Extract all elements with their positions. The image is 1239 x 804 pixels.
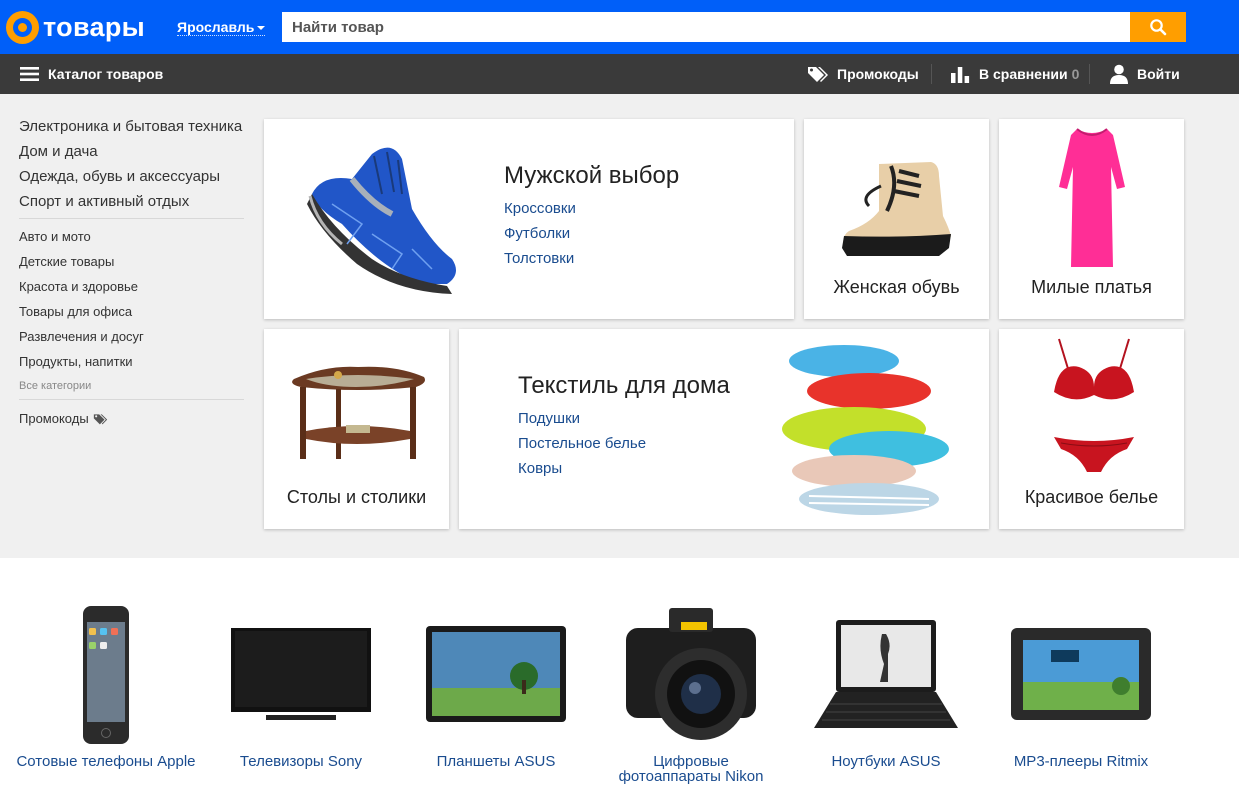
- logo-text: товары: [43, 11, 145, 42]
- card-dresses-caption: Милые платья: [1031, 277, 1152, 297]
- product-label: Цифровые фотоаппараты Nikon: [618, 753, 764, 785]
- tablet-image: [426, 626, 566, 722]
- category-sidebar: Электроника и бытовая техника Дом и дача…: [19, 114, 244, 431]
- product-label: Планшеты ASUS: [436, 753, 556, 770]
- sidebar-item-kids[interactable]: Детские товары: [19, 249, 244, 274]
- sidebar-item-clothing[interactable]: Одежда, обувь и аксессуары: [19, 164, 244, 189]
- link-carpets[interactable]: Ковры: [518, 460, 562, 477]
- card-lingerie-caption: Красивое белье: [1024, 487, 1159, 507]
- sidebar-item-home[interactable]: Дом и дача: [19, 139, 244, 164]
- sidebar-item-beauty[interactable]: Красота и здоровье: [19, 274, 244, 299]
- link-pillows[interactable]: Подушки: [518, 410, 580, 427]
- product-label: Ноутбуки ASUS: [831, 753, 941, 770]
- card-tables[interactable]: Столы и столики: [264, 329, 449, 529]
- product-ritmix-players[interactable]: MP3-плееры Ritmix: [991, 594, 1171, 769]
- compare-link[interactable]: В сравнении 0: [950, 54, 1079, 94]
- nav-divider: [1089, 64, 1090, 84]
- card-lingerie[interactable]: Красивое белье: [999, 329, 1184, 529]
- tv-image: [231, 628, 371, 720]
- nav-divider: [931, 64, 932, 84]
- login-button[interactable]: Войти: [1110, 54, 1180, 94]
- link-hoodies[interactable]: Толстовки: [504, 250, 574, 267]
- product-nikon-cameras[interactable]: Цифровые фотоаппараты Nikon: [601, 594, 781, 784]
- product-label: Телевизоры Sony: [239, 753, 363, 770]
- link-sneakers[interactable]: Кроссовки: [504, 200, 576, 217]
- at-sign-icon: [6, 10, 39, 44]
- product-sony-tv[interactable]: Телевизоры Sony: [211, 594, 391, 769]
- card-home-textile[interactable]: Текстиль для дома Подушки Постельное бел…: [459, 329, 989, 529]
- lingerie-image: [1054, 338, 1134, 472]
- search-button[interactable]: [1130, 12, 1186, 42]
- card-tables-caption: Столы и столики: [286, 487, 427, 507]
- product-apple-phones[interactable]: Сотовые телефоны Apple: [16, 594, 196, 769]
- city-label: Ярославль: [177, 19, 255, 35]
- compare-label: В сравнении: [979, 66, 1068, 82]
- phone-image: [83, 606, 129, 744]
- bar-chart-icon: [951, 67, 970, 83]
- city-selector[interactable]: Ярославль: [177, 19, 266, 36]
- sidebar-item-office[interactable]: Товары для офиса: [19, 299, 244, 324]
- sidebar-item-all-categories[interactable]: Все категории: [19, 374, 244, 398]
- featured-section: Электроника и бытовая техника Дом и дача…: [0, 94, 1239, 558]
- sidebar-divider: [19, 218, 244, 219]
- card-mens-choice[interactable]: Мужской выбор Кроссовки Футболки Толстов…: [264, 119, 794, 319]
- logo[interactable]: товары: [6, 9, 145, 45]
- pillows-image: [782, 345, 949, 515]
- hamburger-icon: [20, 67, 39, 81]
- coffee-table-image: [292, 366, 425, 459]
- laptop-image: [814, 620, 958, 728]
- tags-icon: [93, 413, 107, 424]
- mp3-player-image: [1011, 628, 1151, 720]
- sidebar-item-food[interactable]: Продукты, напитки: [19, 349, 244, 374]
- dress-image: [1059, 128, 1125, 267]
- search-icon: [1150, 19, 1167, 36]
- sidebar-promo-label: Промокоды: [19, 411, 89, 426]
- product-label: Сотовые телефоны Apple: [16, 753, 196, 770]
- top-bar: товары Ярославль: [0, 0, 1239, 54]
- product-label: MP3-плееры Ritmix: [1013, 753, 1149, 770]
- product-asus-laptops[interactable]: Ноутбуки ASUS: [796, 594, 976, 769]
- sidebar-item-auto[interactable]: Авто и мото: [19, 224, 244, 249]
- tags-icon: [808, 67, 828, 82]
- catalog-label: Каталог товаров: [48, 66, 164, 82]
- sidebar-divider: [19, 399, 244, 400]
- caret-down-icon: [257, 26, 266, 31]
- sneaker-image: [307, 147, 456, 294]
- sidebar-item-promo[interactable]: Промокоды: [19, 406, 244, 431]
- promo-codes-link[interactable]: Промокоды: [807, 54, 919, 94]
- user-icon: [1110, 64, 1128, 84]
- card-womens-shoes[interactable]: Женская обувь: [804, 119, 989, 319]
- camera-image: [626, 608, 756, 740]
- sidebar-item-sport[interactable]: Спорт и активный отдых: [19, 189, 244, 214]
- search-input[interactable]: [282, 12, 1130, 42]
- catalog-menu-button[interactable]: Каталог товаров: [20, 54, 163, 94]
- compare-count: 0: [1071, 66, 1080, 82]
- product-asus-tablets[interactable]: Планшеты ASUS: [406, 594, 586, 769]
- nav-bar: Каталог товаров Промокоды В сравнении 0 …: [0, 54, 1239, 94]
- card-textile-title: Текстиль для дома: [518, 372, 730, 399]
- link-tshirts[interactable]: Футболки: [504, 225, 570, 242]
- sidebar-item-entertainment[interactable]: Развлечения и досуг: [19, 324, 244, 349]
- promo-label: Промокоды: [837, 66, 919, 82]
- sidebar-item-electronics[interactable]: Электроника и бытовая техника: [19, 114, 244, 139]
- link-bedding[interactable]: Постельное белье: [518, 435, 646, 452]
- boot-image: [842, 162, 951, 256]
- card-mens-title: Мужской выбор: [504, 162, 680, 189]
- card-womens-shoes-caption: Женская обувь: [833, 277, 960, 297]
- login-label: Войти: [1137, 66, 1180, 82]
- card-dresses[interactable]: Милые платья: [999, 119, 1184, 319]
